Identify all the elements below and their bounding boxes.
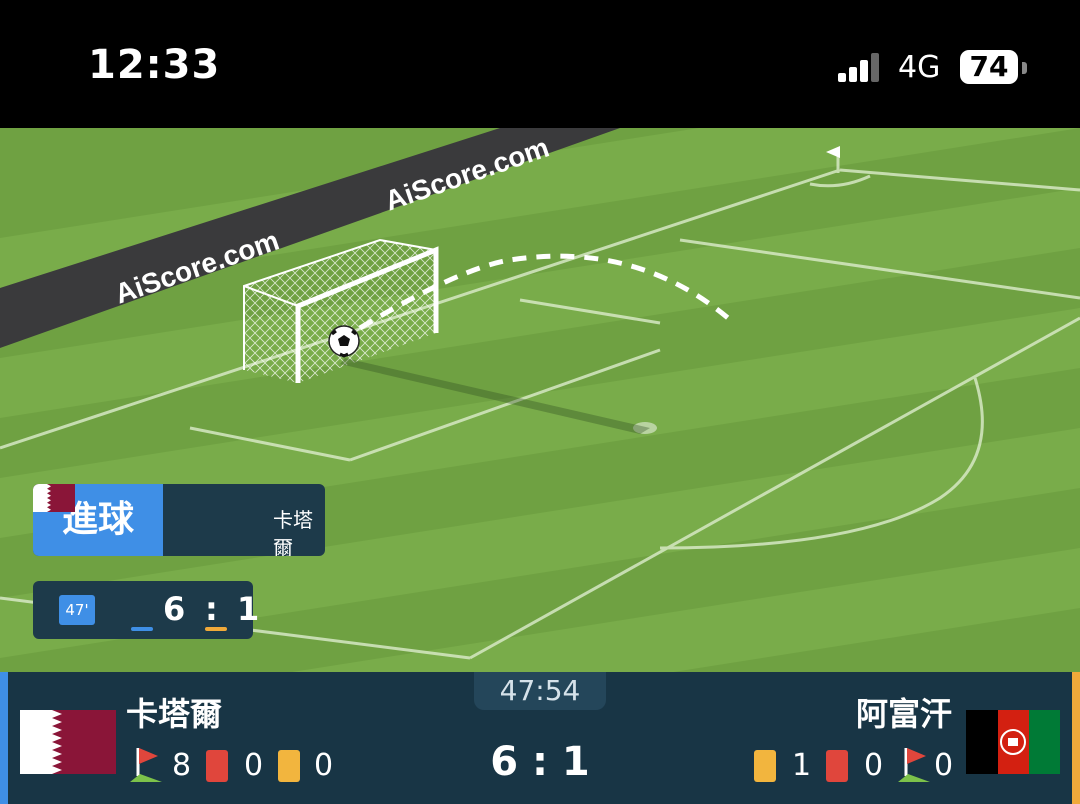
event-home-score: 6 — [163, 590, 186, 628]
match-bar: 卡塔爾 8 0 0 47:54 6 : 1 阿富汗 1 0 0 — [0, 672, 1080, 804]
event-score-card: 47' 6 : 1 — [33, 581, 259, 639]
away-red-cards: 0 — [864, 748, 884, 783]
home-red-cards: 0 — [244, 748, 264, 783]
battery-icon: 74 — [960, 50, 1018, 84]
network-label: 4G — [898, 50, 941, 85]
away-score-underline — [205, 627, 227, 631]
away-team-name: 阿富汗 — [856, 695, 953, 733]
event-team: 卡塔爾 — [273, 508, 313, 556]
battery-cap — [1022, 62, 1027, 74]
signal-icon — [838, 52, 882, 82]
match-clock: 47:54 — [474, 672, 606, 710]
home-color-edge — [0, 672, 8, 804]
away-color-edge — [1072, 672, 1080, 804]
goal-event-card: 進球 卡塔爾 — [33, 484, 325, 556]
home-red-card-icon — [206, 750, 228, 782]
match-score: 6 : 1 — [490, 739, 590, 785]
home-score-underline — [131, 627, 153, 631]
away-red-card-icon — [826, 750, 848, 782]
home-corner-icon — [130, 748, 162, 782]
away-yellow-cards: 1 — [792, 748, 812, 783]
event-minute: 47' — [59, 595, 95, 625]
away-flag-icon — [966, 710, 1060, 774]
home-corners: 8 — [172, 748, 192, 783]
away-yellow-card-icon — [754, 750, 776, 782]
status-time: 12:33 — [88, 42, 221, 88]
qatar-flag-icon — [33, 484, 75, 512]
football-icon — [328, 325, 360, 358]
home-yellow-cards: 0 — [314, 748, 334, 783]
away-corners: 0 — [934, 748, 954, 783]
home-flag-icon — [20, 710, 116, 774]
event-away-score: 1 — [237, 590, 260, 628]
pitch-view: AiScore.com AiScore.com 進球 卡塔爾 47' 6: 1 — [0, 128, 1080, 672]
away-corner-icon — [898, 748, 930, 782]
goal — [243, 238, 439, 383]
event-score-colon: : — [205, 590, 218, 628]
home-team-name: 卡塔爾 — [126, 695, 223, 733]
home-yellow-card-icon — [278, 750, 300, 782]
status-bar: 12:33 4G 74 — [0, 0, 1080, 128]
